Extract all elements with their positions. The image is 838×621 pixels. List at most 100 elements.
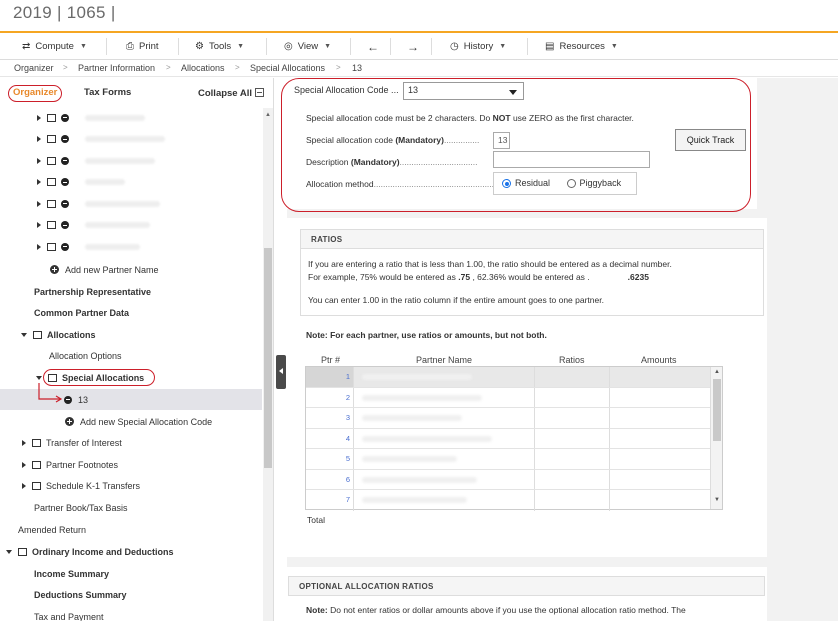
partner-name-cell[interactable] xyxy=(354,449,535,469)
amount-cell[interactable] xyxy=(610,388,710,408)
tab-tax-forms[interactable]: Tax Forms xyxy=(84,87,131,98)
collapse-arrow-icon[interactable] xyxy=(6,549,12,554)
scrollbar-thumb[interactable] xyxy=(713,379,721,441)
row-number: 2 xyxy=(306,387,354,407)
expand-arrow-icon[interactable] xyxy=(22,461,26,468)
breadcrumb-special-allocations[interactable]: Special Allocations xyxy=(250,63,325,73)
tree-item-tax-and-payment[interactable]: Tax and Payment xyxy=(0,606,262,621)
expand-arrow-icon[interactable] xyxy=(22,483,26,489)
tree-item-deductions-summary[interactable]: Deductions Summary xyxy=(0,585,262,606)
partner-name-cell[interactable] xyxy=(354,428,535,448)
amount-cell[interactable] xyxy=(610,408,710,428)
ratio-cell[interactable] xyxy=(535,408,610,428)
scroll-down-icon[interactable]: ▼ xyxy=(714,497,720,503)
partner-name-cell[interactable] xyxy=(354,367,535,387)
remove-icon[interactable] xyxy=(61,113,69,122)
ratio-cell[interactable] xyxy=(535,387,610,407)
amount-cell[interactable] xyxy=(610,429,710,449)
collapse-all-button[interactable]: Collapse All xyxy=(198,87,265,99)
tree-item-partner-footnotes[interactable]: Partner Footnotes xyxy=(0,454,262,475)
expand-arrow-icon[interactable] xyxy=(37,114,41,121)
scrollbar-thumb[interactable] xyxy=(264,248,272,468)
ratio-cell[interactable] xyxy=(535,449,610,469)
redacted-name xyxy=(85,200,160,207)
transfer-label: Transfer of Interest xyxy=(46,438,122,448)
grid-scrollbar[interactable]: ▲ ▼ xyxy=(710,367,722,509)
expand-arrow-icon[interactable] xyxy=(37,136,41,142)
row-number: 1 xyxy=(306,367,354,387)
remove-icon[interactable] xyxy=(61,156,69,165)
tools-button[interactable]: ⚙ Tools ▼ xyxy=(195,33,244,60)
tree-item-partner[interactable] xyxy=(0,215,262,236)
panel-collapse-handle[interactable] xyxy=(276,355,286,389)
resources-button[interactable]: ▤ Resources ▼ xyxy=(545,33,618,60)
table-row[interactable]: 4 xyxy=(306,428,710,449)
amount-cell[interactable] xyxy=(610,490,710,511)
add-partner-link[interactable]: Add new Partner Name xyxy=(0,259,262,280)
tree-item-ordinary-income[interactable]: Ordinary Income and Deductions xyxy=(0,541,262,562)
expand-arrow-icon[interactable] xyxy=(37,179,41,185)
remove-icon[interactable] xyxy=(61,178,69,186)
tree-item-partner[interactable] xyxy=(0,107,262,128)
tree-item-partnership-representative[interactable]: Partnership Representative xyxy=(0,281,262,302)
sidebar-scrollbar[interactable]: ▲ xyxy=(263,108,273,621)
tree-item-allocations[interactable]: Allocations xyxy=(0,324,262,345)
expand-arrow-icon[interactable] xyxy=(37,243,41,250)
table-row[interactable]: 1 xyxy=(306,367,710,388)
forward-arrow-icon[interactable]: → xyxy=(407,33,419,60)
folder-icon xyxy=(47,221,56,229)
collapse-arrow-icon[interactable] xyxy=(36,375,42,380)
ratios-note: Note: For each partner, use ratios or am… xyxy=(306,330,547,340)
remove-icon[interactable] xyxy=(61,221,69,229)
compute-button[interactable]: ⇄ Compute ▼ xyxy=(22,33,87,60)
tree-item-partner[interactable] xyxy=(0,236,262,257)
tree-item-partner[interactable] xyxy=(0,150,262,171)
table-row[interactable]: 2 xyxy=(306,387,710,408)
tree-item-partner[interactable] xyxy=(0,129,262,150)
expand-arrow-icon[interactable] xyxy=(22,440,26,446)
ratio-cell[interactable] xyxy=(535,428,610,448)
amount-cell[interactable] xyxy=(610,449,710,469)
partner-name-cell[interactable] xyxy=(354,469,535,489)
tree-item-income-summary[interactable]: Income Summary xyxy=(0,563,262,584)
scroll-up-icon[interactable]: ▲ xyxy=(265,112,271,118)
partner-name-cell[interactable] xyxy=(354,490,535,511)
scroll-up-icon[interactable]: ▲ xyxy=(714,369,720,375)
table-row[interactable]: 7 xyxy=(306,490,710,511)
amount-cell[interactable] xyxy=(610,470,710,490)
history-button[interactable]: ◷ History ▼ xyxy=(450,33,506,60)
tree-item-k1-transfers[interactable]: Schedule K-1 Transfers xyxy=(0,476,262,497)
ratio-cell[interactable] xyxy=(535,490,610,511)
tree-item-amended-return[interactable]: Amended Return xyxy=(0,520,262,541)
amount-cell[interactable] xyxy=(610,367,710,387)
expand-arrow-icon[interactable] xyxy=(37,200,41,207)
print-button[interactable]: ⎙ Print xyxy=(126,33,159,60)
partner-name-cell[interactable] xyxy=(354,387,535,407)
breadcrumb-organizer[interactable]: Organizer xyxy=(14,63,54,73)
remove-icon[interactable] xyxy=(61,199,69,208)
ratio-cell[interactable] xyxy=(535,367,610,387)
breadcrumb-partner-information[interactable]: Partner Information xyxy=(78,63,155,73)
remove-icon[interactable] xyxy=(61,135,69,143)
partner-name-cell[interactable] xyxy=(354,408,535,428)
expand-arrow-icon[interactable] xyxy=(37,157,41,164)
remove-icon[interactable] xyxy=(61,242,69,251)
code-13-label: 13 xyxy=(78,394,89,405)
tree-item-partner[interactable] xyxy=(0,193,262,214)
back-arrow-icon[interactable]: ← xyxy=(367,33,379,60)
table-row[interactable]: 5 xyxy=(306,449,710,470)
tree-item-allocation-options[interactable]: Allocation Options xyxy=(0,346,262,367)
expand-arrow-icon[interactable] xyxy=(37,222,41,228)
add-special-allocation-link[interactable]: Add new Special Allocation Code xyxy=(0,411,262,432)
tree-item-transfer-of-interest[interactable]: Transfer of Interest xyxy=(0,433,262,454)
tree-item-book-tax-basis[interactable]: Partner Book/Tax Basis xyxy=(0,497,262,518)
tree-item-common-partner-data[interactable]: Common Partner Data xyxy=(0,303,262,324)
view-button[interactable]: ◎ View ▼ xyxy=(284,33,331,60)
table-row[interactable]: 6 xyxy=(306,469,710,490)
ratio-cell[interactable] xyxy=(535,469,610,489)
tree-item-partner[interactable] xyxy=(0,172,262,193)
collapse-arrow-icon[interactable] xyxy=(21,332,27,337)
breadcrumb-allocations[interactable]: Allocations xyxy=(181,63,225,73)
table-row[interactable]: 3 xyxy=(306,408,710,429)
ratios-info-box: If you are entering a ratio that is less… xyxy=(300,249,764,316)
